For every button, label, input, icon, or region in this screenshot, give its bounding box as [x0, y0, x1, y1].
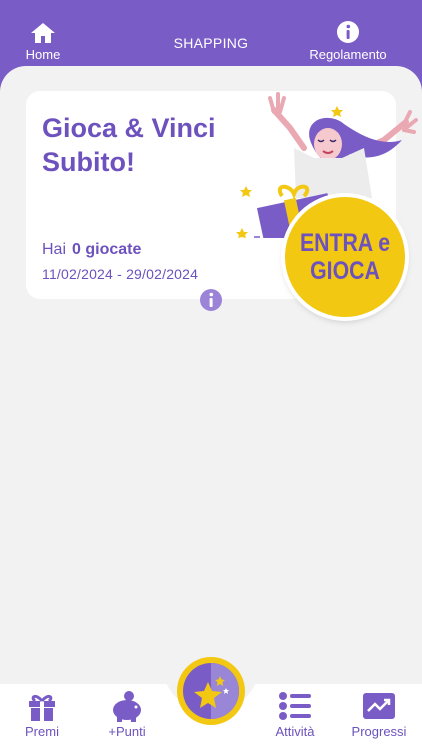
trend-chart-icon — [363, 693, 395, 719]
tab-punti[interactable]: +Punti — [104, 690, 150, 739]
card-info-icon[interactable] — [199, 288, 223, 312]
promo-dates: 11/02/2024 - 29/02/2024 — [42, 266, 199, 282]
plays-value: 0 giocate — [72, 241, 142, 258]
tab-label-premi: Premi — [25, 724, 59, 739]
tab-gioca-center[interactable] — [177, 657, 245, 725]
tab-label-attivita: Attività — [275, 724, 315, 739]
plays-prefix: Hai — [42, 241, 67, 258]
tab-label-progressi: Progressi — [351, 724, 407, 739]
tab-label-punti: +Punti — [108, 724, 146, 739]
tab-premi[interactable]: Premi — [22, 690, 62, 739]
promo-title: Gioca & Vinci Subito! — [42, 113, 216, 177]
tab-attivita[interactable]: Attività — [274, 690, 316, 739]
info-icon — [337, 21, 359, 43]
piggy-bank-icon — [113, 691, 141, 722]
stars-icon — [183, 663, 239, 719]
cta-line1: ENTRA e — [299, 229, 391, 257]
tab-progressi[interactable]: Progressi — [350, 690, 408, 739]
list-icon — [279, 692, 311, 720]
plays-count: Hai 0 giocate — [42, 241, 141, 259]
gift-icon — [29, 694, 55, 721]
rules-button[interactable]: Regolamento — [304, 20, 392, 62]
enter-and-play-button[interactable]: ENTRA e GIOCA — [285, 197, 405, 317]
rules-label: Regolamento — [309, 47, 387, 62]
cta-line2: GIOCA — [310, 257, 380, 285]
